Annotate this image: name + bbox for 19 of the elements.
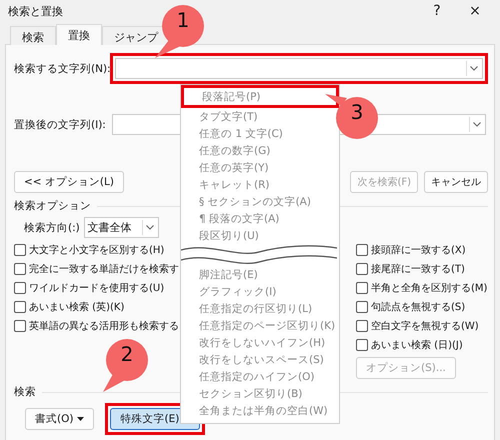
checkbox-label: 大文字と小文字を区別する(H) [29, 244, 164, 256]
callout-number: 1 [176, 8, 190, 32]
checkbox-label: 接頭辞に一致する(X) [371, 244, 466, 256]
checkbox-label: 句読点を無視する(S) [371, 300, 466, 314]
checkbox-label: あいまい検索 (日)(J) [371, 338, 463, 352]
field-label: 置換後の文字列(I): [14, 118, 106, 132]
checkbox-label: 空白文字を無視する(W) [371, 320, 479, 332]
callout-number: 2 [120, 342, 134, 366]
callout-number: 3 [350, 100, 364, 124]
checkbox-label: 完全に一致する単語だけを検索す [29, 262, 179, 276]
checkbox-label: あいまい検索 (英)(K) [29, 300, 124, 314]
checkbox-label: ワイルドカードを使用する(U) [29, 282, 164, 294]
group-heading: 検索 [14, 385, 36, 399]
checkbox-label: 半角と全角を区別する(M) [371, 282, 488, 294]
window-title: 検索と置換 [8, 4, 64, 18]
field-label: 検索方向(:) [24, 220, 80, 234]
group-heading: 検索オプション [14, 199, 91, 213]
checkbox-label: 英単語の異なる活用形も検索する [29, 320, 179, 332]
checkbox-label: 接尾辞に一致する(T) [371, 262, 465, 276]
